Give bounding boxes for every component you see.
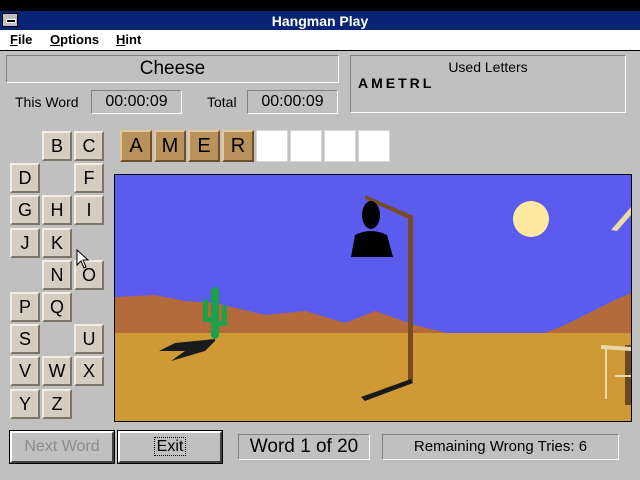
word-slot [324, 130, 356, 162]
total-timer: 00:00:09 [247, 90, 338, 114]
letter-key-z[interactable]: Z [42, 388, 72, 419]
menu-options[interactable]: Options [50, 32, 99, 47]
letter-key-f[interactable]: F [74, 163, 104, 194]
word-slot: R [222, 130, 254, 162]
letter-key-d[interactable]: D [10, 163, 40, 194]
letter-key-w[interactable]: W [42, 356, 72, 387]
word-progress: Word 1 of 20 [238, 434, 370, 460]
word-slot [358, 130, 390, 162]
letter-key-h[interactable]: H [42, 195, 72, 226]
word-slot: M [154, 130, 186, 162]
letter-key-b[interactable]: B [42, 131, 72, 161]
word-slot [290, 130, 322, 162]
used-letters-title: Used Letters [448, 59, 528, 75]
remaining-tries: Remaining Wrong Tries: 6 [382, 434, 619, 460]
letter-key-x[interactable]: X [74, 356, 104, 387]
screen-top-edge [0, 0, 640, 11]
category-display: Cheese [6, 55, 339, 83]
title-bar: Hangman Play [0, 11, 640, 30]
menu-hint[interactable]: Hint [116, 32, 141, 47]
letter-key-q[interactable]: Q [42, 292, 72, 322]
letter-key-v[interactable]: V [10, 356, 40, 387]
exit-button[interactable]: Exit [117, 430, 223, 464]
sun-icon [513, 201, 549, 237]
used-letters-list: AMETRL [358, 75, 435, 91]
this-word-label: This Word [15, 94, 79, 110]
window-title: Hangman Play [271, 13, 369, 29]
this-word-timer: 00:00:09 [91, 90, 182, 114]
next-word-button[interactable]: Next Word [9, 430, 115, 464]
menu-file[interactable]: File [10, 32, 32, 47]
word-slot: E [188, 130, 220, 162]
word-slot [256, 130, 288, 162]
desert-scene-svg [115, 175, 631, 421]
total-label: Total [207, 94, 237, 110]
used-letters-panel: Used Letters AMETRL [350, 55, 626, 113]
letter-key-p[interactable]: P [10, 292, 40, 322]
exit-label: Exit [153, 437, 187, 456]
word-slot: A [120, 130, 152, 162]
letter-key-g[interactable]: G [10, 195, 40, 226]
mouse-cursor-icon [76, 249, 90, 269]
menu-bar: File Options Hint [0, 30, 640, 51]
letter-key-n[interactable]: N [42, 259, 72, 290]
letter-key-y[interactable]: Y [10, 388, 40, 419]
letter-key-c[interactable]: C [74, 131, 104, 161]
letter-key-j[interactable]: J [10, 227, 40, 258]
letter-key-k[interactable]: K [42, 227, 72, 258]
letter-key-i[interactable]: I [74, 195, 104, 226]
letter-key-u[interactable]: U [74, 324, 104, 355]
letter-key-s[interactable]: S [10, 324, 40, 355]
hangman-scene [114, 174, 632, 422]
